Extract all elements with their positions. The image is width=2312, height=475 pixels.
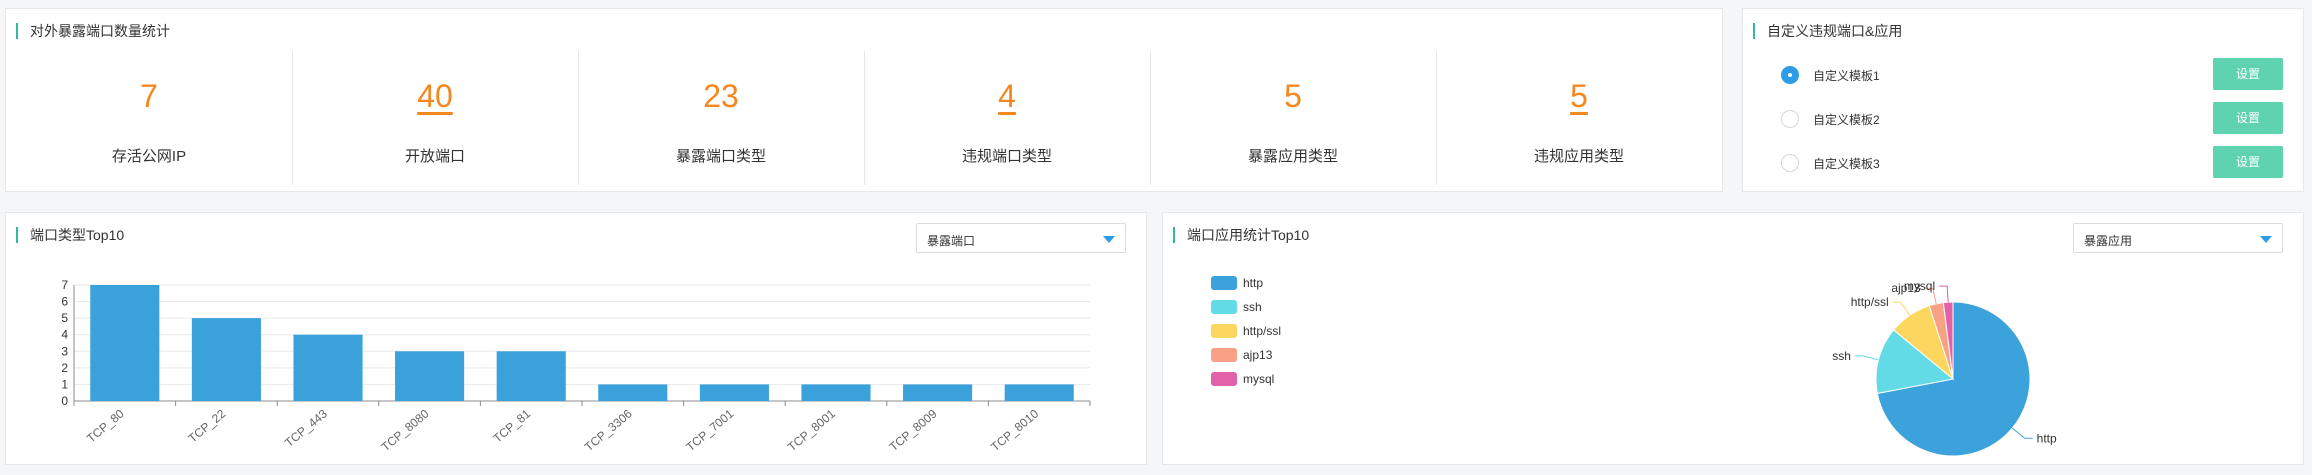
template-label: 自定义模板1 [1813,69,1880,83]
panel-title: 对外暴露端口数量统计 [16,23,170,39]
stat-label: 存活公网IP [111,148,187,165]
panel-title: 端口类型Top10 [16,227,124,243]
bar [395,351,465,401]
stat-item: 5 违规应用类型 [1436,51,1722,185]
stat-value[interactable]: 40 [292,78,578,114]
bar [1004,384,1074,401]
x-tick-label: TCP_22 [186,406,229,445]
y-tick-label: 4 [61,328,68,342]
template-label: 自定义模板2 [1813,113,1880,127]
bar [598,384,668,401]
y-tick-label: 3 [61,344,68,358]
y-tick-label: 0 [61,394,68,408]
panel-title: 自定义违规端口&应用 [1753,23,1902,39]
template-row: 自定义模板2 设置 [1743,102,2303,134]
template-settings-button[interactable]: 设置 [2213,58,2283,90]
template-row: 自定义模板3 设置 [1743,146,2303,178]
bar [801,384,871,401]
stat-label: 暴露应用类型 [1247,148,1338,165]
pie-label: http/ssl [1851,295,1889,309]
x-tick-label: TCP_8001 [785,406,838,454]
stat-label: 开放端口 [404,148,465,165]
port-type-select[interactable]: 暴露端口 [916,223,1126,253]
y-tick-label: 7 [61,278,68,292]
pie-label: mysql [1904,279,1935,293]
template-radio[interactable] [1781,66,1799,84]
template-settings-button[interactable]: 设置 [2213,146,2283,178]
stat-item: 40 开放端口 [292,51,578,185]
pie-label-line [1892,301,1911,316]
port-type-bar-chart: 0 1 2 3 4 5 6 7 TCP_80 TCP_22 TCP_443 TCP_8080 TCP_8… [61,278,1091,454]
chevron-down-icon [1103,236,1115,243]
x-tick-label: TCP_7001 [683,406,736,454]
stat-label: 违规应用类型 [1533,148,1624,165]
stat-value: 23 [703,78,739,114]
stat-value[interactable]: 4 [864,78,1150,114]
stat-label: 违规端口类型 [961,148,1052,165]
exposed-port-stats-panel: 对外暴露端口数量统计 7 存活公网IP 40 开放端口 23 暴露端口类型 4 违规端口类型 5… [5,8,1723,192]
stat-value[interactable]: 5 [1436,78,1722,114]
custom-template-panel: 自定义违规端口&应用 自定义模板1 设置 自定义模板2 设置 自定义模板3 设置 [1742,8,2304,192]
template-radio[interactable] [1781,154,1799,172]
stat-item: 4 违规端口类型 [864,51,1150,185]
y-tick-label: 1 [61,377,68,391]
pie-label: http [2037,431,2057,445]
template-settings-button[interactable]: 设置 [2213,102,2283,134]
bar [496,351,566,401]
stat-item: 23 暴露端口类型 [578,51,864,185]
port-app-top10-panel: 端口应用统计Top10 暴露应用 http ssh http/ssl ajp13 mys… [1162,212,2304,465]
bar [699,384,769,401]
y-tick-label: 6 [61,295,68,309]
bar [191,318,261,401]
x-tick-label: TCP_8080 [379,406,432,454]
y-tick-label: 5 [61,311,68,325]
x-tick-label: TCP_443 [282,406,330,450]
app-pie-chart: httpsshhttp/sslajp13mysql [1832,279,2057,457]
template-row: 自定义模板1 设置 [1743,58,2303,90]
stat-item: 7 存活公网IP [6,51,292,185]
x-tick-label: TCP_80 [84,406,127,445]
pie-label-line [1939,285,1949,303]
select-value: 暴露端口 [927,234,976,248]
bar [903,384,973,401]
template-label: 自定义模板3 [1813,157,1880,171]
stat-value: 7 [140,78,158,114]
stat-value: 5 [1284,78,1302,114]
x-tick-label: TCP_81 [490,406,533,445]
pie-label-line [2012,427,2033,439]
y-tick-label: 2 [61,361,68,375]
stats-row: 7 存活公网IP 40 开放端口 23 暴露端口类型 4 违规端口类型 5 暴露应用类型 5 违规应用… [6,51,1722,185]
stat-label: 暴露端口类型 [675,148,766,165]
port-type-top10-panel: 端口类型Top10 暴露端口 0 1 2 3 4 5 6 7 TCP_80 TCP_22 TCP_4… [5,212,1147,465]
template-radio[interactable] [1781,110,1799,128]
bar [90,285,160,401]
bar [293,334,363,401]
pie-label: ssh [1832,349,1851,363]
x-tick-label: TCP_8010 [988,406,1041,454]
stat-item: 5 暴露应用类型 [1150,51,1436,185]
pie-label-line [1854,355,1879,361]
x-tick-label: TCP_8009 [887,406,940,454]
x-tick-label: TCP_3306 [582,406,635,454]
